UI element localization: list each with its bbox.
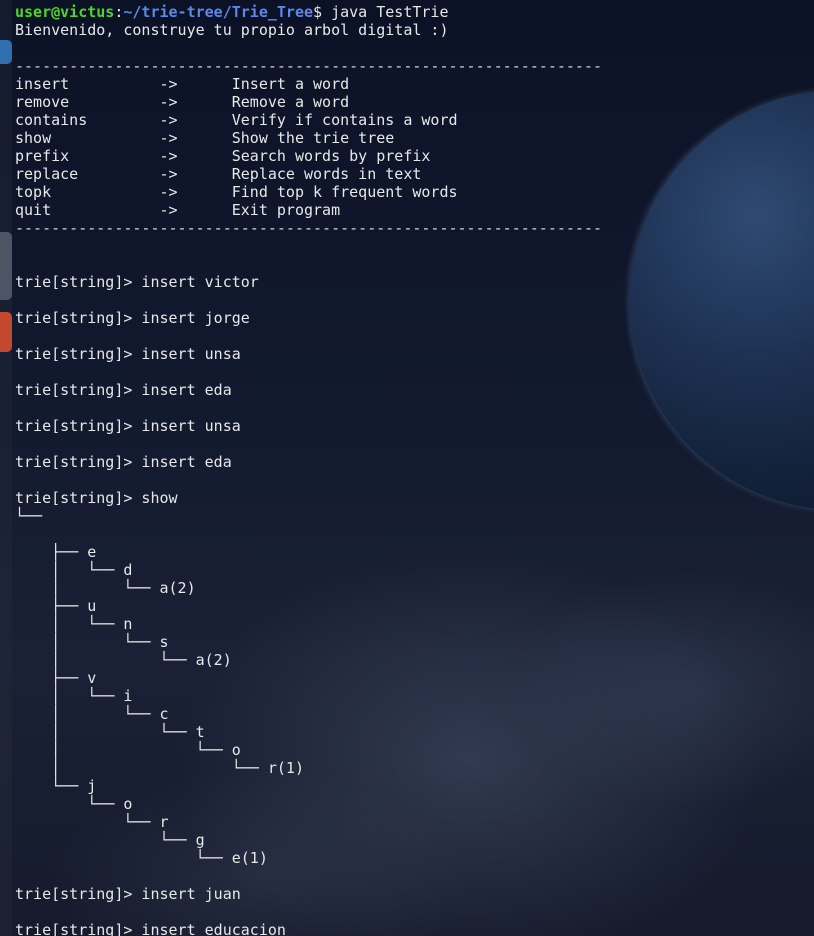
command-line: trie[string]> insert juan [15, 885, 241, 903]
command-line: trie[string]> insert jorge [15, 309, 250, 327]
command-line: trie[string]> insert unsa [15, 345, 241, 363]
prompt-path: ~/trie-tree/Trie_Tree [123, 3, 314, 21]
menu-line: replace -> Replace words in text [15, 165, 422, 183]
terminal-output[interactable]: user@victus:~/trie-tree/Trie_Tree$ java … [15, 3, 602, 936]
planet-wallpaper [630, 90, 814, 510]
tree-line: ├── u [15, 597, 97, 615]
menu-line: remove -> Remove a word [15, 93, 350, 111]
tree-line: │ └── o [15, 741, 241, 759]
shell-prompt-line: user@victus:~/trie-tree/Trie_Tree$ java … [15, 3, 602, 21]
dock-edge [0, 0, 12, 936]
tree-line: │ └── s [15, 633, 169, 651]
prompt-user-host: user@victus [15, 3, 115, 21]
tree-line: │ └── n [15, 615, 133, 633]
command-line: trie[string]> insert unsa [15, 417, 241, 435]
tree-line: │ └── d [15, 561, 133, 579]
tree-line: └── o [15, 795, 133, 813]
menu-line: quit -> Exit program [15, 201, 341, 219]
command-line: trie[string]> insert eda [15, 381, 232, 399]
tree-line: │ └── i [15, 687, 133, 705]
menu-line: topk -> Find top k frequent words [15, 183, 458, 201]
prompt-command: java TestTrie [331, 3, 449, 21]
tree-line: │ └── t [15, 723, 205, 741]
command-line: trie[string]> insert victor [15, 273, 259, 291]
tree-line: └── g [15, 831, 205, 849]
tree-line: │ └── a(2) [15, 579, 196, 597]
separator-line: ----------------------------------------… [15, 57, 602, 75]
desktop-background: user@victus:~/trie-tree/Trie_Tree$ java … [0, 0, 814, 936]
dock-app-icon[interactable] [0, 232, 12, 300]
tree-line: ├── e [15, 543, 97, 561]
command-line: trie[string]> insert educacion [15, 921, 286, 936]
command-line: trie[string]> show [15, 489, 178, 507]
output-line: Bienvenido, construye tu propio arbol di… [15, 21, 449, 39]
separator-line: ----------------------------------------… [15, 219, 602, 237]
tree-line: │ └── r(1) [15, 759, 304, 777]
prompt-symbol: $ [313, 3, 332, 21]
tree-line: └── r [15, 813, 169, 831]
dock-app-icon[interactable] [0, 40, 12, 64]
tree-line: │ └── a(2) [15, 651, 232, 669]
menu-line: contains -> Verify if contains a word [15, 111, 458, 129]
tree-line: │ └── c [15, 705, 169, 723]
tree-line: ├── v [15, 669, 97, 687]
dock-app-icon[interactable] [0, 312, 12, 352]
tree-line: └── j [15, 777, 97, 795]
menu-line: show -> Show the trie tree [15, 129, 395, 147]
terminal-lines: Bienvenido, construye tu propio arbol di… [15, 21, 602, 936]
command-line: trie[string]> insert eda [15, 453, 232, 471]
tree-line: └── [15, 507, 43, 525]
tree-line: └── e(1) [15, 849, 268, 867]
menu-line: insert -> Insert a word [15, 75, 350, 93]
menu-line: prefix -> Search words by prefix [15, 147, 431, 165]
